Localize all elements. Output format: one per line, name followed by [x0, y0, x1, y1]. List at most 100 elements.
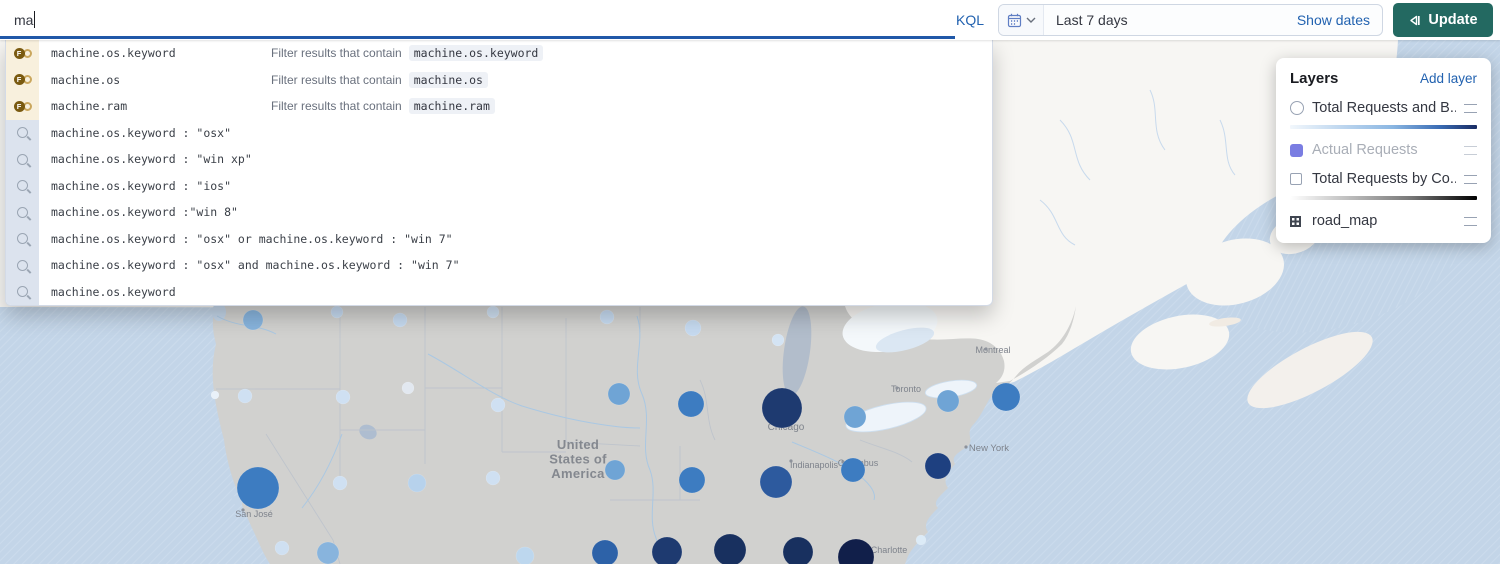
suggestion-hint: Filter results that containmachine.os.ke… — [271, 45, 543, 61]
search-icon — [6, 252, 39, 279]
map-bubble[interactable] — [491, 398, 505, 412]
search-icon — [6, 173, 39, 200]
map-bubble[interactable] — [605, 460, 625, 480]
city-label: Montreal — [975, 345, 1010, 355]
map-bubble[interactable] — [760, 466, 792, 498]
map-bubble[interactable] — [841, 458, 865, 482]
map-bubble[interactable] — [237, 467, 279, 509]
map-bubble[interactable] — [317, 542, 339, 564]
map-bubble[interactable] — [844, 406, 866, 428]
map-bubble[interactable] — [685, 320, 701, 336]
suggestion-text: machine.ram — [51, 99, 127, 113]
map-bubble[interactable] — [925, 453, 951, 479]
map-bubble[interactable] — [592, 540, 618, 564]
city-dot — [241, 508, 244, 511]
field-icon: F — [6, 67, 39, 94]
layer-label[interactable]: Actual Requests — [1312, 142, 1456, 158]
drag-handle-icon[interactable] — [1464, 104, 1477, 113]
country-label-line: United — [557, 437, 599, 452]
map-bubble[interactable] — [211, 391, 219, 399]
layer-label[interactable]: Total Requests by Co... — [1312, 171, 1456, 187]
suggestion-text: machine.os — [51, 73, 120, 87]
grid-icon — [1290, 216, 1312, 227]
layer-row[interactable]: Total Requests by Co... — [1290, 171, 1477, 187]
city-label: Charlotte — [871, 545, 908, 555]
layer-style-gradient — [1290, 196, 1477, 200]
date-picker-quick-menu-button[interactable] — [999, 5, 1044, 35]
map-bubble[interactable] — [678, 391, 704, 417]
map-bubble[interactable] — [762, 388, 802, 428]
text-caret — [34, 11, 35, 28]
map-bubble[interactable] — [937, 390, 959, 412]
suggestion-text: machine.os.keyword : "osx" and machine.o… — [51, 258, 460, 272]
update-button[interactable]: Update — [1393, 3, 1493, 37]
suggestion-hint: Filter results that containmachine.ram — [271, 98, 495, 114]
map-bubble[interactable] — [331, 306, 343, 318]
suggestion-row[interactable]: machine.os.keyword :"win 8" — [6, 199, 992, 226]
layer-label[interactable]: road_map — [1312, 213, 1456, 229]
suggestion-row[interactable]: machine.os.keyword : "osx" or machine.os… — [6, 226, 992, 253]
map-bubble[interactable] — [402, 382, 414, 394]
suggestion-text: machine.os.keyword — [51, 46, 176, 60]
suggestion-text: machine.os.keyword : "osx" or machine.os… — [51, 232, 453, 246]
map-bubble[interactable] — [243, 310, 263, 330]
input-focus-underline — [0, 36, 955, 39]
suggestion-row[interactable]: Fmachine.os.keyword Filter results that c… — [6, 40, 992, 67]
suggestion-row[interactable]: Fmachine.osFilter results that containma… — [6, 67, 992, 94]
map-bubble[interactable] — [772, 334, 784, 346]
suggestion-row[interactable]: machine.os.keyword : "osx" and machine.o… — [6, 252, 992, 279]
map-bubble[interactable] — [916, 535, 926, 545]
suggestion-text: machine.os.keyword — [51, 285, 176, 299]
query-top-bar: ma KQL Last 7 day — [0, 0, 1500, 40]
map-bubble[interactable] — [714, 534, 746, 564]
map-bubble[interactable] — [679, 467, 705, 493]
layer-row[interactable]: road_map — [1290, 213, 1477, 229]
map-bubble[interactable] — [275, 541, 289, 555]
layer-row[interactable]: Actual Requests — [1290, 142, 1477, 158]
map-bubble[interactable] — [238, 389, 252, 403]
map-bubble[interactable] — [652, 537, 682, 564]
map-bubble[interactable] — [992, 383, 1020, 411]
layers-panel-header: Layers Add layer — [1290, 70, 1477, 87]
suggestion-row[interactable]: machine.os.keyword : "osx" — [6, 120, 992, 147]
map-bubble[interactable] — [487, 306, 499, 318]
city-label: Indianapolis — [790, 460, 839, 470]
map-bubble[interactable] — [516, 547, 534, 564]
drag-handle-icon[interactable] — [1464, 175, 1477, 184]
map-bubble[interactable] — [408, 474, 426, 492]
map-bubble[interactable] — [393, 313, 407, 327]
suggestion-panel: Fmachine.os.keyword Filter results that c… — [5, 40, 993, 306]
suggestion-row[interactable]: Fmachine.ram Filter results that containm… — [6, 93, 992, 120]
query-language-button[interactable]: KQL — [948, 0, 992, 40]
chevron-down-icon — [1026, 17, 1036, 23]
field-icon: F — [6, 93, 39, 120]
city-label: San José — [235, 509, 273, 519]
map-bubble[interactable] — [336, 390, 350, 404]
search-icon — [6, 199, 39, 226]
map-bubble[interactable] — [608, 383, 630, 405]
drag-handle-icon[interactable] — [1464, 146, 1477, 155]
map-bubble[interactable] — [783, 537, 813, 564]
add-layer-button[interactable]: Add layer — [1420, 71, 1477, 86]
map-bubble[interactable] — [333, 476, 347, 490]
city-dot — [984, 347, 987, 350]
show-dates-button[interactable]: Show dates — [1297, 12, 1382, 28]
layer-swatch-icon — [1290, 144, 1312, 157]
search-input[interactable]: ma KQL — [0, 0, 992, 40]
field-icon: F — [6, 40, 39, 67]
layer-label[interactable]: Total Requests and B... — [1312, 100, 1456, 116]
suggestion-row[interactable]: machine.os.keyword : "ios" — [6, 173, 992, 200]
date-picker[interactable]: Last 7 days Show dates — [998, 4, 1383, 36]
time-range-value[interactable]: Last 7 days — [1044, 12, 1128, 28]
suggestion-text: machine.os.keyword : "osx" — [51, 126, 231, 140]
suggestion-text: machine.os.keyword : "ios" — [51, 179, 231, 193]
search-icon — [6, 226, 39, 253]
drag-handle-icon[interactable] — [1464, 217, 1477, 226]
layers-panel-title: Layers — [1290, 70, 1338, 87]
suggestion-row[interactable]: machine.os.keyword : "win xp" — [6, 146, 992, 173]
suggestion-row[interactable]: machine.os.keyword — [6, 279, 992, 306]
map-bubble[interactable] — [486, 471, 500, 485]
layer-row[interactable]: Total Requests and B... — [1290, 100, 1477, 116]
city-dot — [895, 386, 898, 389]
map-bubble[interactable] — [600, 310, 614, 324]
